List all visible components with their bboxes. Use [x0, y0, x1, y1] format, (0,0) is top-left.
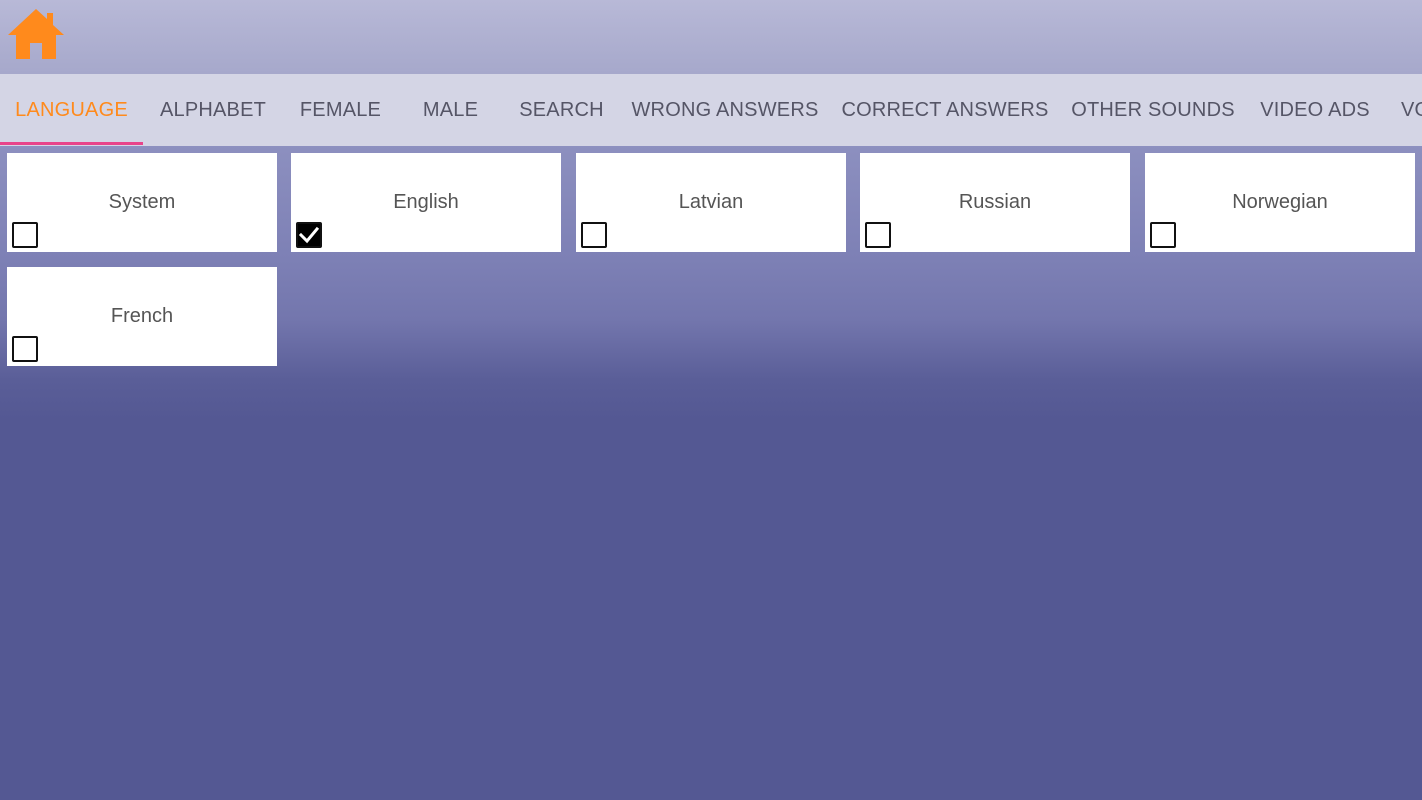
- home-button[interactable]: [6, 6, 66, 62]
- tab-correct-answers[interactable]: CORRECT ANSWERS: [830, 74, 1060, 146]
- checkbox-unchecked[interactable]: [581, 222, 607, 248]
- language-label: English: [393, 191, 459, 213]
- tab-alphabet[interactable]: ALPHABET: [143, 74, 283, 146]
- language-card-system[interactable]: System: [7, 153, 277, 252]
- active-tab-indicator: [0, 142, 143, 145]
- language-card-russian[interactable]: Russian: [860, 153, 1130, 252]
- checkbox-checked[interactable]: [296, 222, 322, 248]
- checkbox-unchecked[interactable]: [12, 222, 38, 248]
- tab-bar: LANGUAGE ALPHABET FEMALE MALE SEARCH WRO…: [0, 74, 1422, 146]
- tab-language[interactable]: LANGUAGE: [0, 74, 143, 146]
- checkbox-unchecked[interactable]: [1150, 222, 1176, 248]
- tab-vo[interactable]: VO: [1401, 74, 1422, 146]
- language-label: Latvian: [678, 191, 744, 213]
- tab-video-ads[interactable]: VIDEO ADS: [1246, 74, 1384, 146]
- language-label: Russian: [958, 191, 1032, 213]
- home-icon: [8, 9, 64, 59]
- language-card-french[interactable]: French: [7, 267, 277, 366]
- tab-search[interactable]: SEARCH: [503, 74, 620, 146]
- language-label: Norwegian: [1232, 191, 1328, 213]
- language-card-latvian[interactable]: Latvian: [576, 153, 846, 252]
- language-label: French: [110, 305, 174, 327]
- language-card-english[interactable]: English: [291, 153, 561, 252]
- checkmark-icon: [298, 226, 320, 244]
- tab-other-sounds[interactable]: OTHER SOUNDS: [1060, 74, 1246, 146]
- tab-female[interactable]: FEMALE: [283, 74, 398, 146]
- tab-male[interactable]: MALE: [398, 74, 503, 146]
- checkbox-unchecked[interactable]: [12, 336, 38, 362]
- language-card-norwegian[interactable]: Norwegian: [1145, 153, 1415, 252]
- language-label: System: [108, 191, 176, 213]
- tab-wrong-answers[interactable]: WRONG ANSWERS: [620, 74, 830, 146]
- top-bar: [0, 0, 1422, 74]
- checkbox-unchecked[interactable]: [865, 222, 891, 248]
